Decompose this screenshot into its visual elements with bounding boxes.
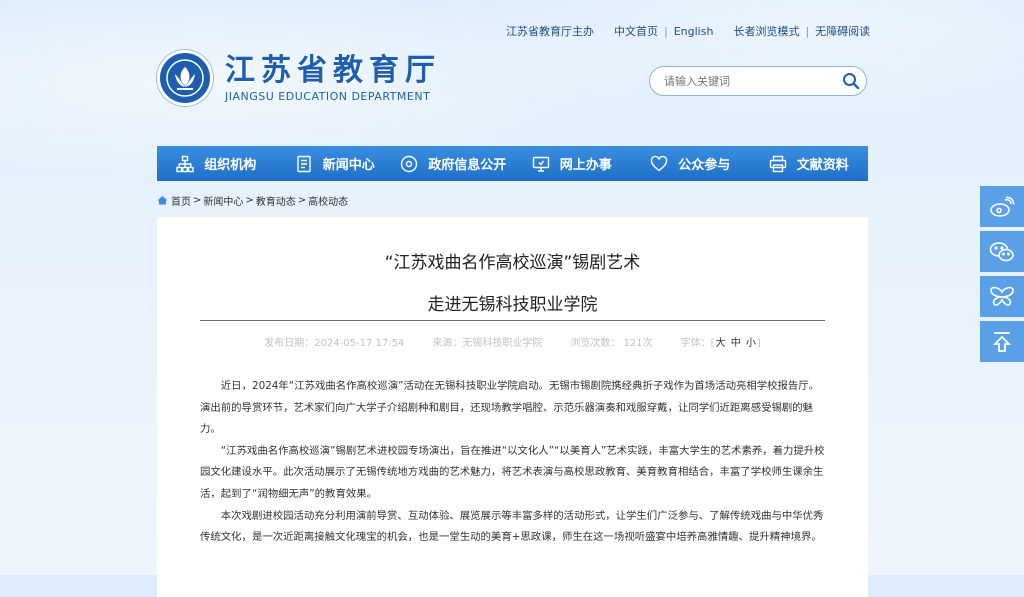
search-icon: [843, 73, 860, 90]
publish-date: 发布日期：2024-05-17 17:54: [264, 338, 405, 349]
home-icon: [157, 196, 168, 205]
news-icon: [295, 155, 313, 173]
breadcrumb: 首页 > 新闻中心 > 教育动态 > 高校动态: [157, 193, 348, 208]
breadcrumb-edu-news[interactable]: 教育动态: [256, 193, 296, 208]
title-divider: [200, 320, 825, 321]
article-paragraph: 近日，2024年“江苏戏曲名作高校巡演”活动在无锡科技职业学院启动。无锡市锡剧院…: [200, 380, 820, 436]
view-count: 浏览次数： 121次: [570, 338, 653, 349]
top-links: 江苏省教育厅主办 中文首页 | English 长者浏览模式 | 无障碍阅读: [506, 22, 870, 40]
article-paragraph: “江苏戏曲名作高校巡演”锡剧艺术进校园专场演出，旨在推进“以文化人”“以美育人”…: [200, 444, 825, 500]
elder-mode-link[interactable]: 长者浏览模式: [733, 23, 799, 39]
nav-news[interactable]: 新闻中心: [276, 146, 395, 181]
search-box: [649, 66, 867, 96]
logo-en-text: JIANGSU EDUCATION DEPARTMENT: [225, 89, 431, 103]
weibo-button[interactable]: [980, 186, 1024, 227]
english-link[interactable]: English: [674, 25, 714, 38]
font-large-button[interactable]: 大: [716, 338, 726, 349]
nav-org[interactable]: 组织机构: [157, 146, 276, 181]
separator: |: [805, 24, 810, 38]
nav-literature[interactable]: 文献资料: [750, 146, 869, 181]
search-input[interactable]: [662, 73, 836, 89]
separator: |: [664, 24, 668, 38]
font-small-button[interactable]: 小: [746, 338, 756, 349]
breadcrumb-news[interactable]: 新闻中心: [203, 193, 243, 208]
wechat-icon: [989, 241, 1014, 261]
search-button[interactable]: [836, 67, 866, 95]
share-float-bar: [980, 186, 1024, 366]
emblem-icon: [157, 50, 213, 106]
org-chart-icon: [176, 155, 194, 173]
article-paragraph: 本次戏剧进校园活动充分利用演前导赏、互动体验、展览展示等丰富多样的活动形式，让学…: [200, 509, 824, 544]
butterfly-icon: [990, 286, 1014, 306]
site-logo[interactable]: 江苏省教育厅 JIANGSU EDUCATION DEPARTMENT: [157, 48, 477, 108]
nav-gov-info[interactable]: 政府信息公开: [394, 146, 513, 181]
back-to-top-button[interactable]: [980, 321, 1024, 362]
font-size-control: 字体：[大 中 小]: [680, 338, 761, 349]
butterfly-button[interactable]: [980, 276, 1024, 317]
eye-icon: [400, 155, 418, 173]
article-title-line1: “江苏戏曲名作高校巡演”锡剧艺术: [384, 253, 641, 273]
host-link[interactable]: 江苏省教育厅主办: [506, 23, 594, 39]
cn-home-link[interactable]: 中文首页: [614, 23, 658, 39]
nav-public-participation[interactable]: 公众参与: [631, 146, 750, 181]
print-icon: [769, 155, 787, 173]
wechat-button[interactable]: [980, 231, 1024, 272]
breadcrumb-university-news[interactable]: 高校动态: [308, 193, 348, 208]
article-meta: 发布日期：2024-05-17 17:54 来源：无锡科技职业学院 浏览次数： …: [157, 334, 868, 349]
monitor-icon: [532, 155, 550, 173]
logo-cn-text: 江苏省教育厅: [225, 52, 441, 88]
article-body: 近日，2024年“江苏戏曲名作高校巡演”活动在无锡科技职业学院启动。无锡市锡剧院…: [200, 376, 827, 549]
barrier-free-link[interactable]: 无障碍阅读: [815, 23, 870, 39]
main-nav: 组织机构 新闻中心 政府信息公开 网上办事 公众参与 文献资料: [157, 146, 868, 181]
article-title-line2: 走进无锡科技职业学院: [427, 295, 598, 315]
font-medium-button[interactable]: 中: [731, 338, 741, 349]
weibo-icon: [990, 196, 1015, 217]
nav-online-service[interactable]: 网上办事: [513, 146, 632, 181]
article-panel: “江苏戏曲名作高校巡演”锡剧艺术 走进无锡科技职业学院 发布日期：2024-05…: [157, 217, 868, 597]
article-source: 来源：无锡科技职业学院: [432, 338, 543, 349]
breadcrumb-home[interactable]: 首页: [171, 193, 191, 208]
heart-icon: [650, 155, 668, 173]
back-to-top-icon: [992, 331, 1012, 352]
